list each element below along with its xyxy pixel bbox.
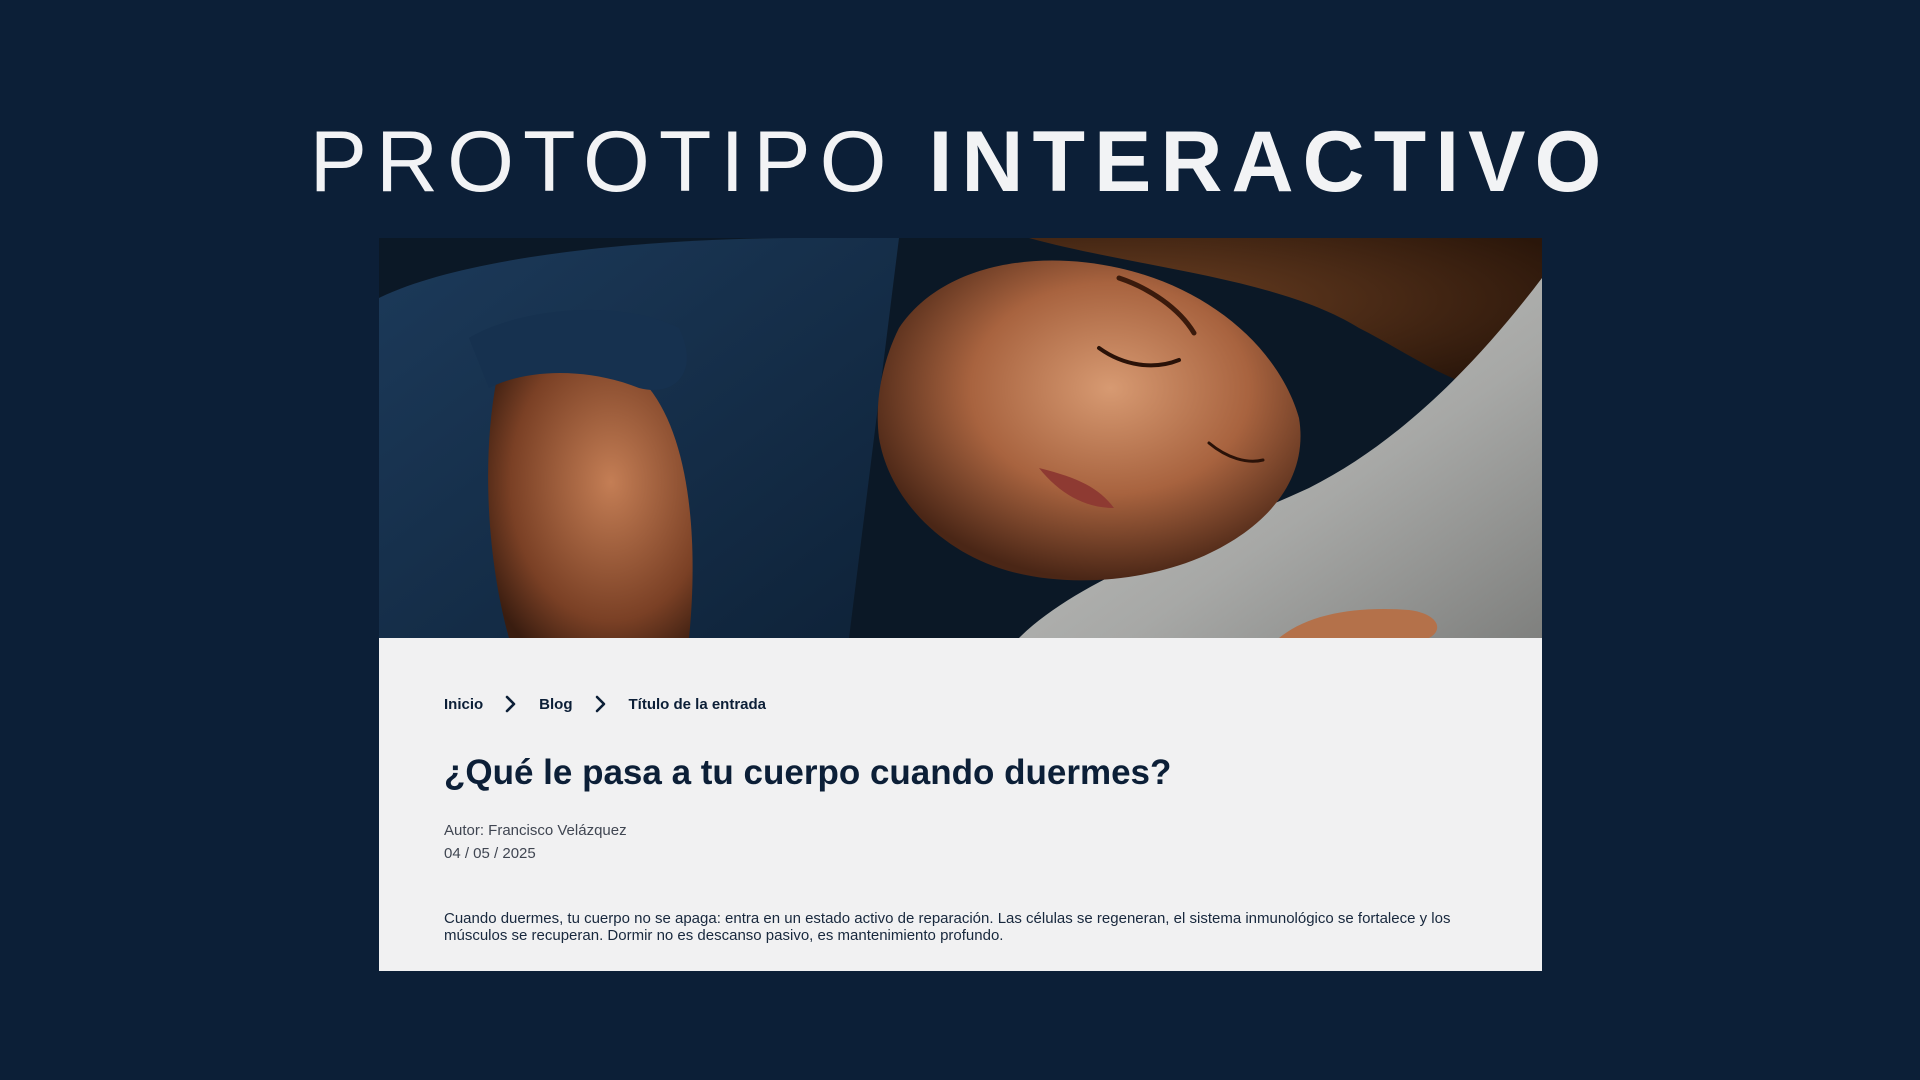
sleeping-woman-photo xyxy=(379,238,1542,638)
hero-image xyxy=(379,238,1542,638)
headline-light: PROTOTIPO xyxy=(309,114,896,210)
article-author: Autor: Francisco Velázquez xyxy=(444,822,627,839)
article-title: ¿Qué le pasa a tu cuerpo cuando duermes? xyxy=(444,753,1172,792)
page-headline: PROTOTIPO INTERACTIVO xyxy=(0,112,1920,212)
chevron-right-icon xyxy=(587,695,615,713)
chevron-right-icon xyxy=(497,695,525,713)
headline-bold: INTERACTIVO xyxy=(928,114,1611,210)
blog-post-card: Inicio Blog Título de la entrada ¿Qué le… xyxy=(379,238,1542,971)
breadcrumb: Inicio Blog Título de la entrada xyxy=(444,695,766,713)
article-date: 04 / 05 / 2025 xyxy=(444,845,536,862)
breadcrumb-current[interactable]: Título de la entrada xyxy=(629,696,767,713)
breadcrumb-blog[interactable]: Blog xyxy=(539,696,572,713)
breadcrumb-inicio[interactable]: Inicio xyxy=(444,696,483,713)
article-body: Cuando duermes, tu cuerpo no se apaga: e… xyxy=(444,910,1451,944)
